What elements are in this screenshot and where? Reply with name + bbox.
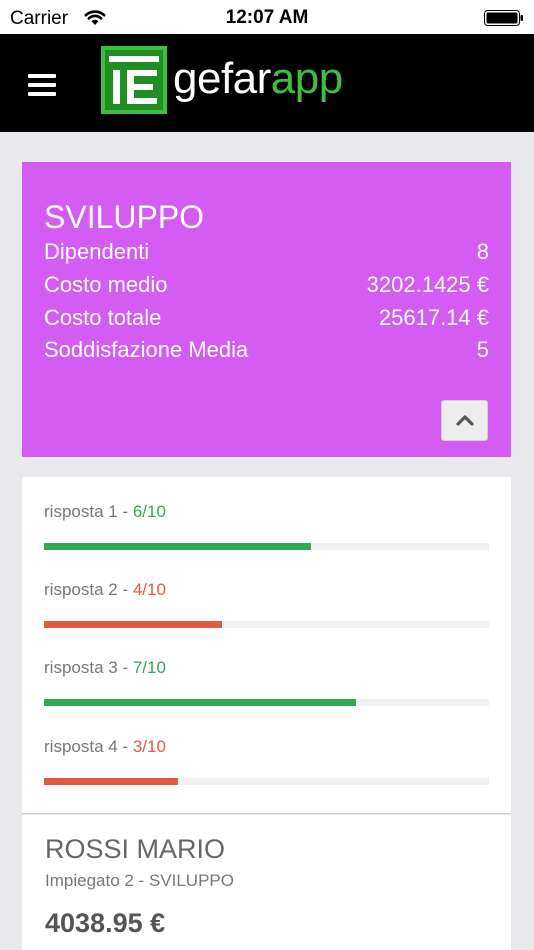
answer-label-text: risposta 3 - [44, 658, 133, 677]
department-row-costo-medio: Costo medio 3202.1425 € [44, 272, 489, 304]
answer-progress-fill [44, 778, 178, 785]
collapse-button[interactable] [441, 400, 488, 441]
answer-label-text: risposta 1 - [44, 502, 133, 521]
gefarapp-logo-icon [101, 46, 167, 114]
answer-score: 6/10 [132, 502, 166, 521]
answer-score: 3/10 [132, 737, 166, 756]
department-title: SVILUPPO [44, 199, 205, 235]
app-logo-text: gefarapp [173, 54, 343, 104]
app-header: gefarapp [0, 34, 534, 132]
clock-time: 12:07 AM [225, 7, 309, 28]
answer-label-text: risposta 2 - [44, 580, 133, 599]
answer-label-text: risposta 4 - [44, 737, 133, 756]
department-row-value: 3202.1425 € [366, 272, 489, 297]
answers-panel: risposta 1 - 6/10 risposta 2 - 4/10 risp… [22, 477, 511, 814]
answer-progress-track [44, 621, 489, 628]
logo-text-gefar: gefar [173, 54, 271, 103]
answer-label: risposta 1 - 6/10 [44, 502, 489, 522]
battery-icon [484, 10, 523, 26]
employee-salary: 4038.95 € [45, 908, 166, 938]
answer-progress-fill [44, 543, 311, 550]
department-row-label: Dipendenti [44, 239, 150, 264]
answer-score: 4/10 [132, 580, 166, 599]
answer-progress-fill [44, 621, 222, 628]
department-row-dipendenti: Dipendenti 8 [44, 239, 489, 271]
department-row-costo-totale: Costo totale 25617.14 € [44, 305, 489, 337]
answer-progress-track [44, 778, 489, 785]
answer-label: risposta 4 - 3/10 [44, 737, 489, 757]
status-bar: Carrier 12:07 AM [0, 0, 534, 34]
department-row-value: 25617.14 € [378, 305, 489, 330]
answer-progress-track [44, 543, 489, 550]
department-row-value: 5 [476, 337, 489, 362]
answer-item-4: risposta 4 - 3/10 [44, 737, 489, 785]
answer-item-1: risposta 1 - 6/10 [44, 502, 489, 550]
employee-role: Impiegato 2 - SVILUPPO [45, 871, 234, 890]
department-row-label: Soddisfazione Media [44, 337, 249, 362]
department-row-label: Costo totale [44, 305, 162, 330]
logo-text-app: app [270, 54, 343, 103]
department-row-value: 8 [476, 239, 489, 264]
answer-item-3: risposta 3 - 7/10 [44, 658, 489, 706]
employee-card[interactable]: ROSSI MARIO Impiegato 2 - SVILUPPO 4038.… [22, 815, 511, 950]
answer-item-2: risposta 2 - 4/10 [44, 580, 489, 628]
employee-name: ROSSI MARIO [45, 834, 226, 864]
department-row-soddisfazione: Soddisfazione Media 5 [44, 337, 489, 369]
chevron-up-icon [456, 415, 474, 426]
answer-progress-track [44, 699, 489, 706]
answer-progress-fill [44, 699, 356, 706]
answer-score: 7/10 [132, 658, 166, 677]
answer-label: risposta 3 - 7/10 [44, 658, 489, 678]
menu-icon[interactable] [28, 74, 56, 96]
department-card: SVILUPPO Dipendenti 8 Costo medio 3202.1… [22, 162, 511, 457]
department-row-label: Costo medio [44, 272, 168, 297]
answer-label: risposta 2 - 4/10 [44, 580, 489, 600]
